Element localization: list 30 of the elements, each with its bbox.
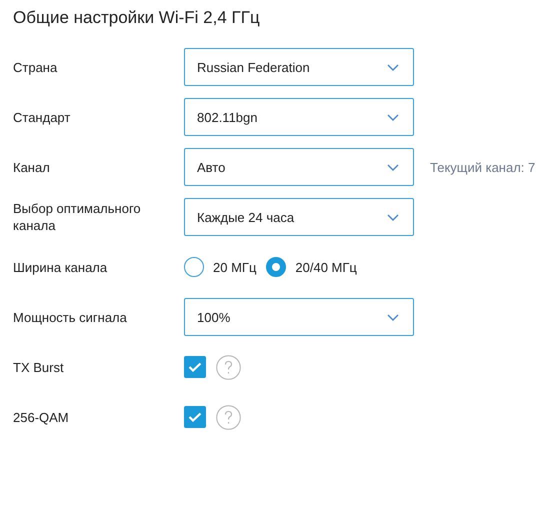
current-channel-note: Текущий канал: 7 [430, 160, 536, 174]
chevron-down-icon [387, 214, 399, 220]
radio-label[interactable]: 20 МГц [213, 260, 256, 274]
chevron-down-icon [387, 314, 399, 320]
page-title: Общие настройки Wi-Fi 2,4 ГГц [13, 7, 261, 29]
checkmark-icon [188, 412, 202, 422]
chevron-down-icon [387, 64, 399, 70]
dropdown[interactable]: 100% [184, 298, 414, 336]
field-label: 256-QAM [13, 408, 70, 426]
field-label: Ширина канала [13, 258, 108, 276]
dropdown[interactable]: 802.11bgn [184, 98, 414, 136]
dropdown[interactable]: Russian Federation [184, 48, 414, 86]
field-label: Канал [13, 158, 51, 176]
radio-label[interactable]: 20/40 МГц [295, 260, 357, 274]
field-label: Страна [13, 58, 58, 76]
chevron-down-icon [387, 164, 399, 170]
dropdown[interactable]: Авто [184, 148, 414, 186]
field-label: Мощность сигнала [13, 308, 128, 326]
radio-button[interactable] [184, 257, 204, 277]
field-label: Стандарт [13, 108, 72, 126]
checkbox[interactable] [184, 406, 206, 428]
checkbox[interactable] [184, 356, 206, 378]
help-icon[interactable] [216, 404, 241, 430]
radio-button[interactable] [266, 257, 286, 277]
chevron-down-icon [387, 114, 399, 120]
dropdown[interactable]: Каждые 24 часа [184, 198, 414, 236]
field-label: Выбор оптимального канала [13, 200, 142, 234]
checkmark-icon [188, 362, 202, 372]
field-label: TX Burst [13, 358, 65, 376]
help-icon[interactable] [216, 354, 241, 380]
